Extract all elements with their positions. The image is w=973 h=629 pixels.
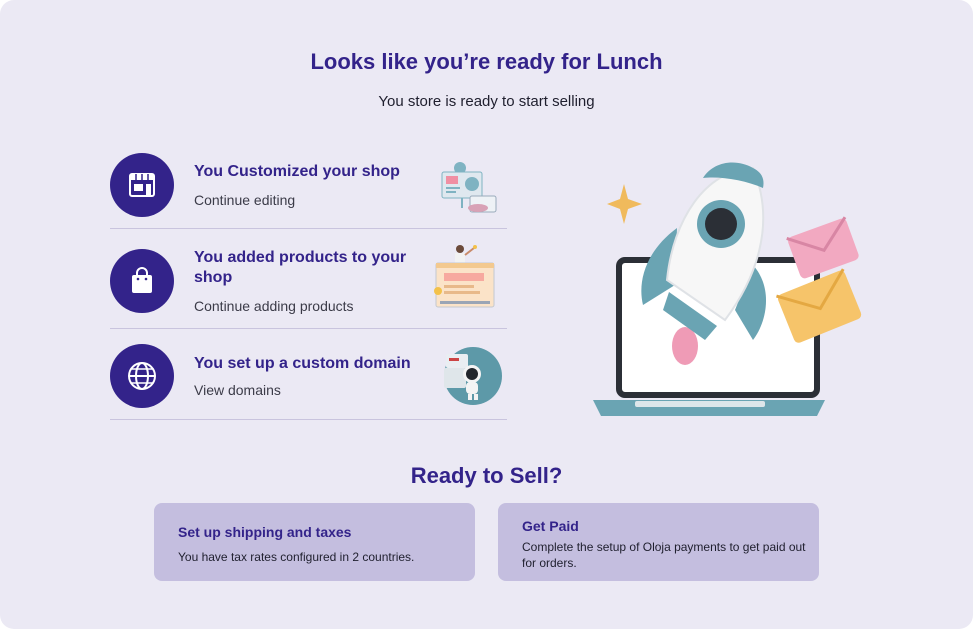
step-icon-circle xyxy=(110,153,174,217)
card-title: Get Paid xyxy=(522,518,579,534)
get-paid-card[interactable]: Get Paid Complete the setup of Oloja pay… xyxy=(498,503,819,581)
step-icon-circle xyxy=(110,344,174,408)
page-subtitle: You store is ready to start selling xyxy=(378,93,595,110)
step-add-products[interactable]: You added products to your shop Continue… xyxy=(110,245,507,329)
card-title: Set up shipping and taxes xyxy=(178,524,352,540)
globe-icon xyxy=(128,362,156,390)
astronaut-domain-illustration xyxy=(444,347,502,405)
step-custom-domain[interactable]: You set up a custom domain View domains xyxy=(110,344,507,420)
shipping-taxes-card[interactable]: Set up shipping and taxes You have tax r… xyxy=(154,503,475,581)
continue-editing-link[interactable]: Continue editing xyxy=(194,192,295,208)
continue-adding-products-link[interactable]: Continue adding products xyxy=(194,298,354,314)
shopping-bag-icon xyxy=(132,267,152,293)
view-domains-link[interactable]: View domains xyxy=(194,382,281,398)
storefront-icon xyxy=(129,173,155,197)
step-title: You set up a custom domain xyxy=(194,355,411,372)
step-icon-circle xyxy=(110,249,174,313)
step-customize-shop[interactable]: You Customized your shop Continue editin… xyxy=(110,153,507,229)
page-title: Looks like you’re ready for Lunch xyxy=(310,49,663,74)
step-title: You Customized your shop xyxy=(194,163,400,180)
ready-to-sell-title: Ready to Sell? xyxy=(410,463,563,488)
onboarding-card: Looks like you’re ready for Lunch You st… xyxy=(0,0,973,629)
rocket-laptop-illustration xyxy=(593,162,862,416)
product-listing-illustration xyxy=(434,245,495,308)
step-title: You added products to your shop xyxy=(194,249,407,286)
design-dashboard-illustration xyxy=(441,162,497,213)
card-description: Complete the setup of Oloja payments to … xyxy=(522,540,806,570)
card-description: You have tax rates configured in 2 count… xyxy=(178,550,415,564)
